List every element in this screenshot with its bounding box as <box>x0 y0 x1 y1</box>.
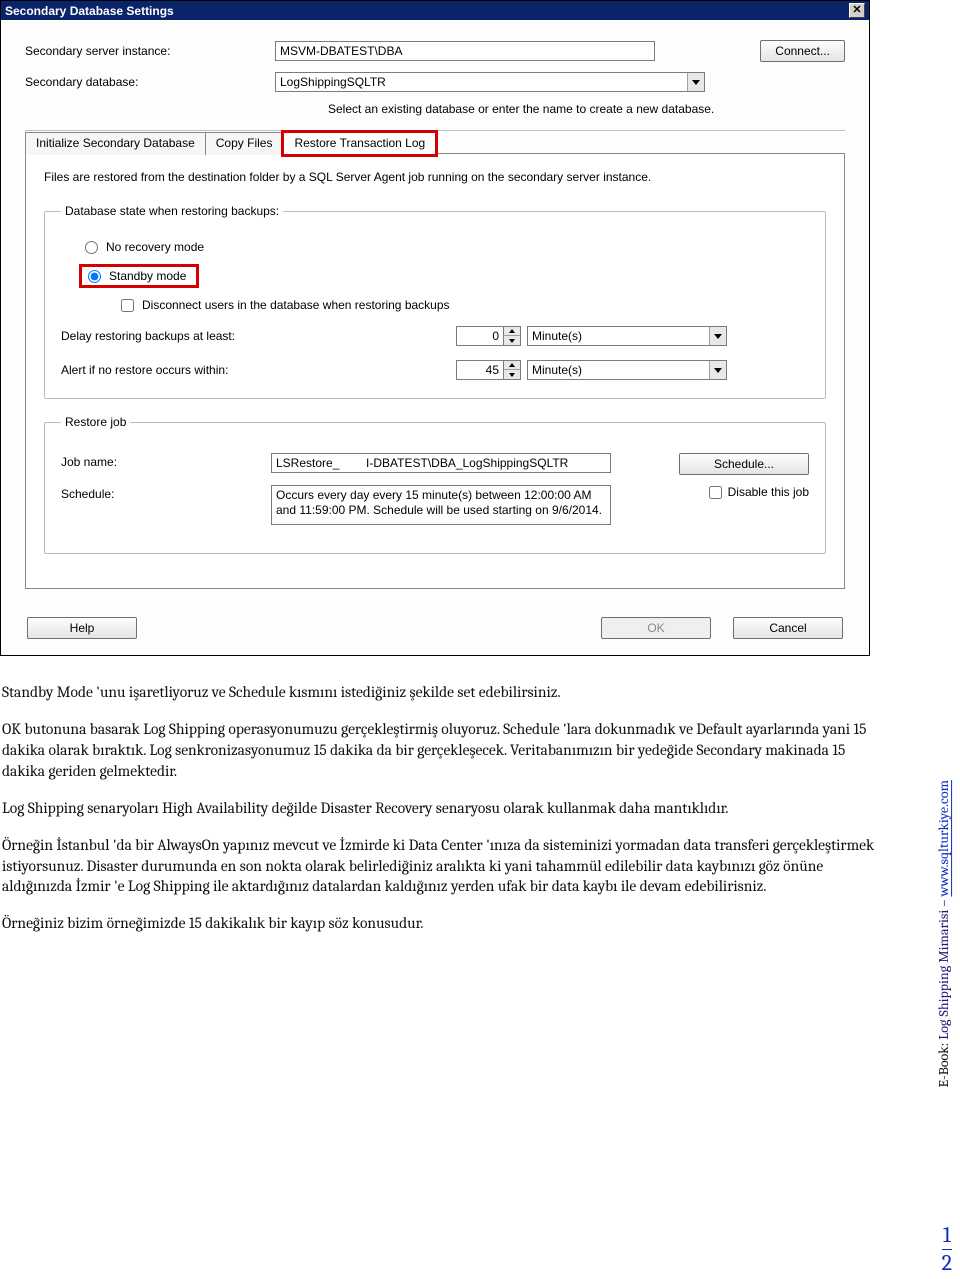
db-state-legend: Database state when restoring backups: <box>61 204 283 218</box>
schedule-text: Occurs every day every 15 minute(s) betw… <box>271 485 611 525</box>
disable-job-checkbox[interactable] <box>709 486 722 499</box>
disable-job-label: Disable this job <box>728 485 809 499</box>
chevron-down-icon[interactable] <box>709 361 726 379</box>
secondary-db-value[interactable] <box>276 73 687 91</box>
page-numbers: 1 2 <box>942 1224 952 1275</box>
restore-job-group: Restore job Job name: Schedule... Schedu… <box>44 415 826 554</box>
spin-up-icon[interactable] <box>504 327 520 336</box>
help-button[interactable]: Help <box>27 617 137 639</box>
alert-unit-select[interactable] <box>527 360 727 380</box>
jobname-label: Job name: <box>61 453 271 469</box>
side-label: E-Book: Log Shipping Mimarisi – www.sqlt… <box>935 780 952 1087</box>
secondary-db-select[interactable] <box>275 72 705 92</box>
side-url-link[interactable]: www.sqlturkiye.com <box>935 780 952 897</box>
page-num-bottom: 2 <box>942 1252 952 1275</box>
tab-strip: Initialize Secondary Database Copy Files… <box>25 131 845 154</box>
alert-value-input[interactable] <box>457 361 503 379</box>
secondary-db-hint: Select an existing database or enter the… <box>328 102 845 116</box>
alert-spinner[interactable] <box>456 360 521 380</box>
db-state-group: Database state when restoring backups: N… <box>44 204 826 399</box>
chevron-down-icon[interactable] <box>709 327 726 345</box>
secondary-database-settings-dialog: Secondary Database Settings ✕ Secondary … <box>0 0 870 656</box>
tab-restore-log[interactable]: Restore Transaction Log <box>283 132 436 155</box>
ok-button[interactable]: OK <box>601 617 711 639</box>
chevron-down-icon[interactable] <box>687 73 704 91</box>
article-p3: Log Shipping senaryoları High Availabili… <box>2 798 880 819</box>
tab-copy-files[interactable]: Copy Files <box>205 132 284 155</box>
alert-label: Alert if no restore occurs within: <box>61 363 456 377</box>
spin-down-icon[interactable] <box>504 370 520 379</box>
spin-down-icon[interactable] <box>504 336 520 345</box>
side-title: Log Shipping Mimarisi – <box>935 897 952 1040</box>
schedule-button[interactable]: Schedule... <box>679 453 809 475</box>
alert-unit-value <box>528 361 709 379</box>
restore-job-legend: Restore job <box>61 415 130 429</box>
no-recovery-label: No recovery mode <box>106 240 204 254</box>
restore-tab-panel: Files are restored from the destination … <box>25 153 845 589</box>
dialog-footer: Help OK Cancel <box>1 603 869 655</box>
article-p1: Standby Mode 'unu işaretliyoruz ve Sched… <box>2 682 880 703</box>
delay-unit-select[interactable] <box>527 326 727 346</box>
connect-button[interactable]: Connect... <box>760 40 845 62</box>
spin-up-icon[interactable] <box>504 361 520 370</box>
dialog-titlebar: Secondary Database Settings ✕ <box>1 1 869 20</box>
page-num-top: 1 <box>942 1224 952 1247</box>
no-recovery-radio[interactable] <box>85 241 98 254</box>
tab-initialize[interactable]: Initialize Secondary Database <box>25 132 205 155</box>
server-instance-label: Secondary server instance: <box>25 44 275 58</box>
schedule-label: Schedule: <box>61 485 271 501</box>
standby-mode-label: Standby mode <box>109 269 186 283</box>
delay-unit-value <box>528 327 709 345</box>
dialog-title: Secondary Database Settings <box>5 4 174 18</box>
jobname-input <box>271 453 611 473</box>
delay-value-input[interactable] <box>457 327 503 345</box>
article-p4: Örneğin İstanbul 'da bir AlwaysOn yapını… <box>2 835 880 898</box>
side-prefix: E-Book: <box>935 1040 952 1088</box>
close-icon[interactable]: ✕ <box>849 3 865 18</box>
standby-mode-radio[interactable] <box>88 270 101 283</box>
secondary-db-label: Secondary database: <box>25 75 275 89</box>
article-p2: OK butonuna basarak Log Shipping operasy… <box>2 719 880 782</box>
disconnect-users-checkbox[interactable] <box>121 299 134 312</box>
server-instance-input <box>275 41 655 61</box>
cancel-button[interactable]: Cancel <box>733 617 843 639</box>
disconnect-users-label: Disconnect users in the database when re… <box>142 298 450 312</box>
delay-spinner[interactable] <box>456 326 521 346</box>
delay-label: Delay restoring backups at least: <box>61 329 456 343</box>
article-p5: Örneğiniz bizim örneğimizde 15 dakikalık… <box>2 913 880 934</box>
article-text: Standby Mode 'unu işaretliyoruz ve Sched… <box>0 664 910 980</box>
restore-description: Files are restored from the destination … <box>44 170 826 184</box>
